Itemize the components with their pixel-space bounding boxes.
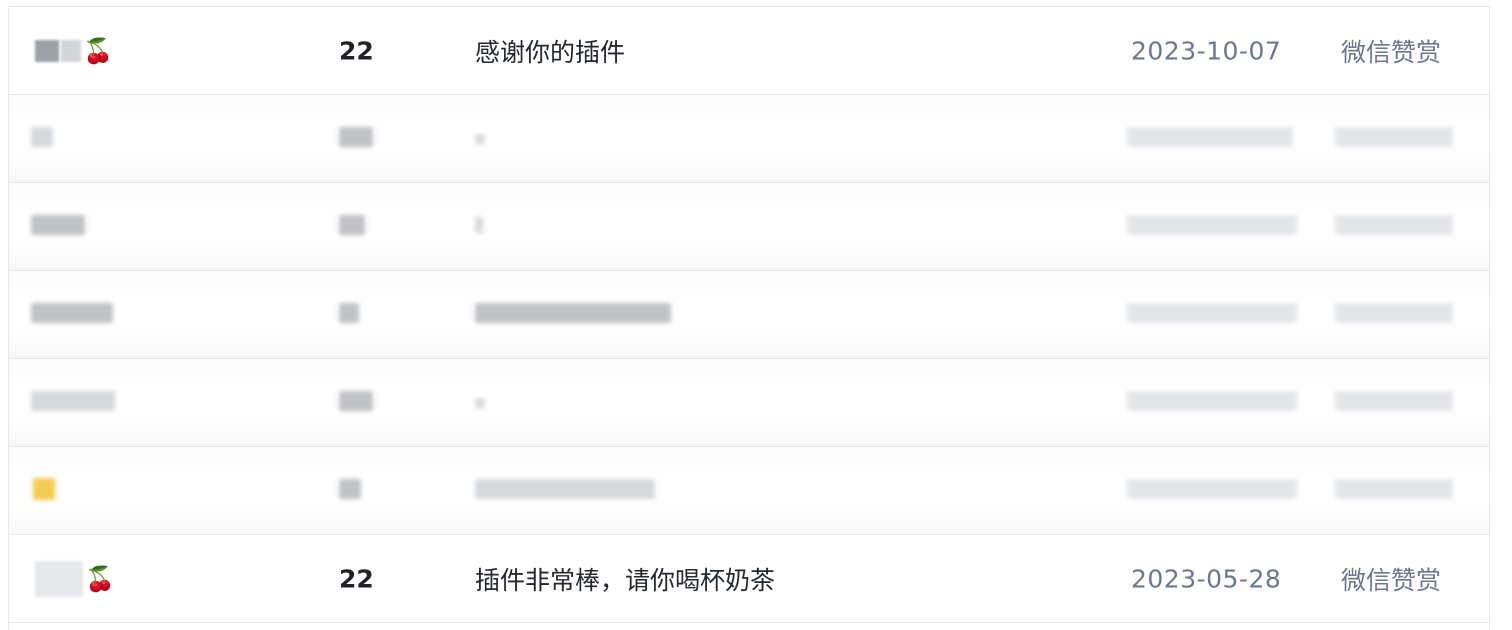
payment-method: 微信赞赏 [1341,37,1442,67]
table-row: 🍒 22 插件非常棒，请你喝杯奶茶 2023-05-28 微信赞赏 [9,535,1489,623]
sponsor-table: 🍒 22 感谢你的插件 2023-10-07 微信赞赏 🍒 22 插件非常棒，请… [8,6,1490,630]
payment-method: 微信赞赏 [1341,565,1442,595]
sponsor-message: 感谢你的插件 [475,37,626,67]
cherry-icon: 🍒 [85,564,115,593]
table-row-redacted [9,271,1489,359]
sponsor-name: 🍒 [35,39,113,63]
sponsor-amount: 22 [339,36,374,65]
table-row-redacted [9,359,1489,447]
sponsor-date: 2023-05-28 [1131,564,1282,593]
sponsor-message: 插件非常棒，请你喝杯奶茶 [475,565,776,595]
redacted-name-block [35,560,83,597]
sponsor-date: 2023-10-07 [1131,36,1282,65]
cherry-icon: 🍒 [83,36,113,65]
redacted-name-block [61,39,81,62]
redacted-name-block [35,39,59,62]
table-row-redacted [9,183,1489,271]
table-row-redacted [9,447,1489,535]
table-row: 🍒 22 感谢你的插件 2023-10-07 微信赞赏 [9,7,1489,95]
table-row-redacted [9,95,1489,183]
sponsor-amount: 22 [339,564,374,593]
sponsor-name: 🍒 [35,560,115,597]
